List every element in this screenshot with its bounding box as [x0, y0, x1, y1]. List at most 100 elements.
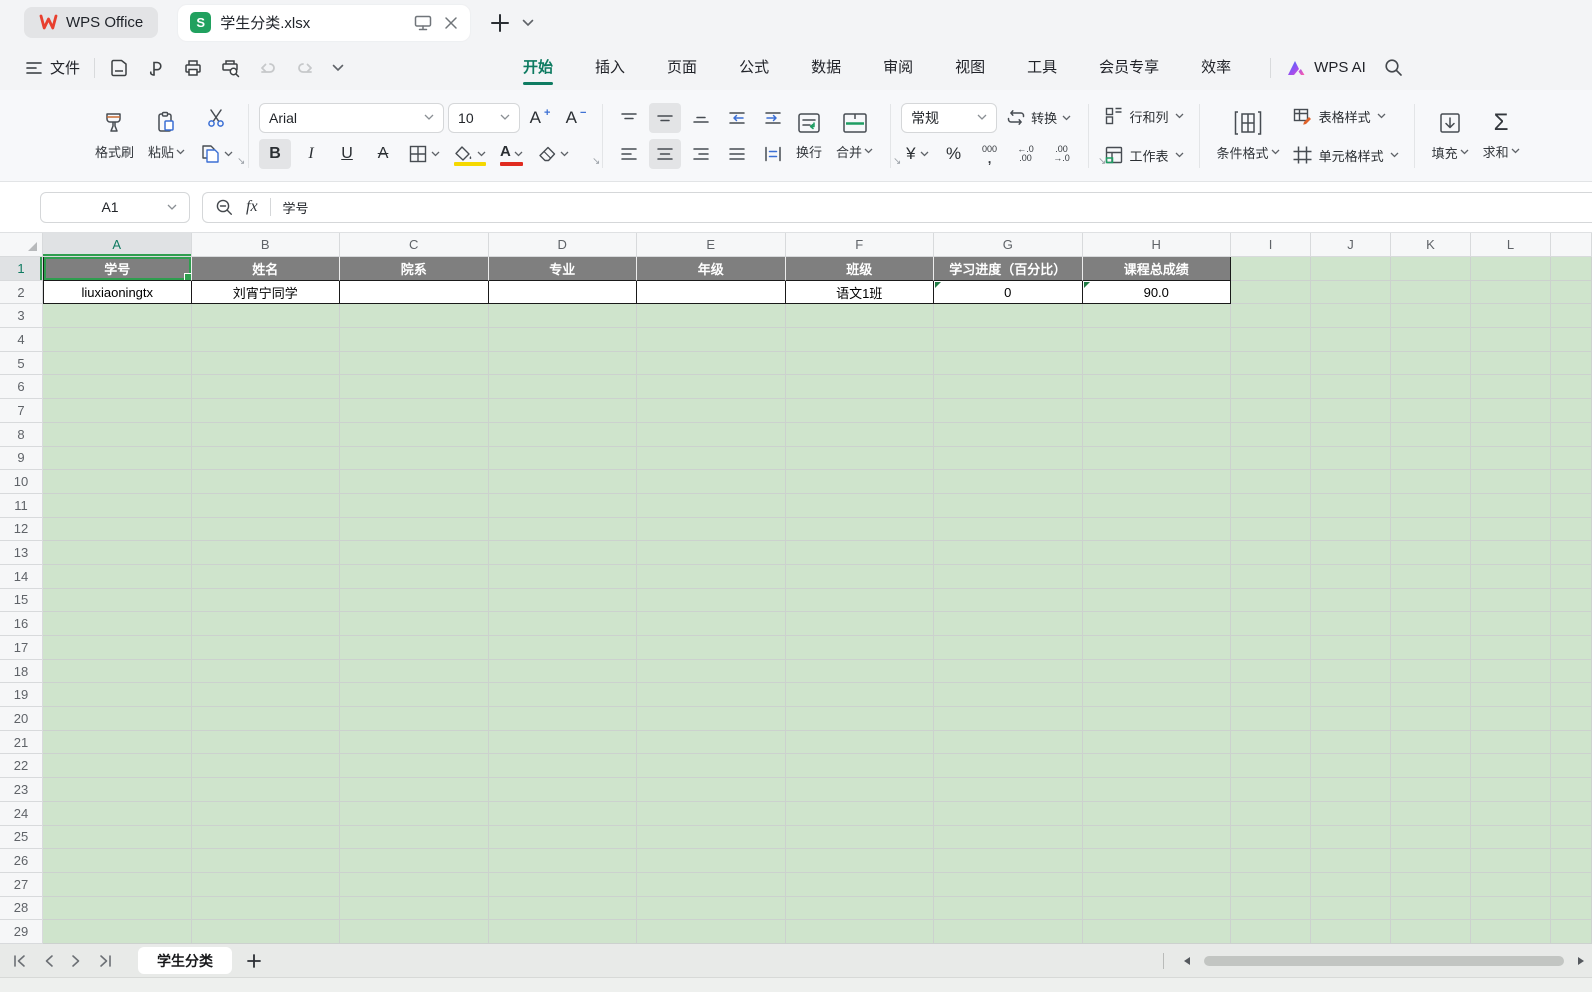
- cell-I22[interactable]: [1231, 754, 1311, 779]
- cell-K27[interactable]: [1391, 872, 1471, 897]
- cell-A7[interactable]: [43, 399, 192, 423]
- cell-D21[interactable]: [488, 730, 637, 755]
- cell-C14[interactable]: [340, 564, 489, 589]
- cell-I13[interactable]: [1231, 541, 1311, 565]
- cell-J12[interactable]: [1311, 517, 1391, 542]
- cell-H22[interactable]: [1082, 754, 1231, 779]
- cell-L21[interactable]: [1471, 730, 1551, 755]
- cell-K23[interactable]: [1391, 778, 1471, 802]
- cell-G28[interactable]: [934, 896, 1083, 921]
- cell-K22[interactable]: [1391, 754, 1471, 779]
- decrease-font-button[interactable]: A −: [560, 103, 592, 133]
- cell-J23[interactable]: [1311, 778, 1391, 802]
- row-header-29[interactable]: 29: [0, 920, 43, 944]
- cell-B16[interactable]: [191, 612, 340, 636]
- cell-F3[interactable]: [785, 304, 934, 329]
- cell-M24[interactable]: [1551, 801, 1592, 826]
- cell-A21[interactable]: [43, 730, 192, 755]
- cell-K5[interactable]: [1391, 351, 1471, 376]
- cell-I23[interactable]: [1231, 778, 1311, 802]
- cell-L20[interactable]: [1471, 707, 1551, 731]
- cell-M28[interactable]: [1551, 896, 1592, 921]
- font-color-button[interactable]: A: [495, 139, 528, 169]
- cell-K20[interactable]: [1391, 707, 1471, 731]
- cell-E23[interactable]: [637, 778, 786, 802]
- first-sheet-icon[interactable]: [12, 954, 28, 968]
- row-header-13[interactable]: 13: [0, 541, 43, 565]
- save-icon[interactable]: [109, 58, 129, 78]
- cell-L14[interactable]: [1471, 564, 1551, 589]
- worksheet-button[interactable]: 工作表: [1099, 140, 1189, 170]
- column-header-C[interactable]: C: [340, 233, 489, 257]
- paste-button[interactable]: 粘贴: [141, 106, 192, 165]
- cell-B20[interactable]: [191, 707, 340, 731]
- cell-J2[interactable]: [1311, 280, 1391, 305]
- cell-K10[interactable]: [1391, 470, 1471, 494]
- cell-D13[interactable]: [488, 541, 637, 565]
- cell-B18[interactable]: [191, 659, 340, 684]
- cell-K21[interactable]: [1391, 730, 1471, 755]
- cell-K4[interactable]: [1391, 328, 1471, 352]
- bold-button[interactable]: B: [259, 138, 292, 169]
- cell-D19[interactable]: [488, 683, 637, 708]
- cell-B15[interactable]: [191, 588, 340, 613]
- cell-E26[interactable]: [637, 849, 786, 873]
- cell-M21[interactable]: [1551, 730, 1592, 755]
- cell-I10[interactable]: [1231, 470, 1311, 494]
- row-header-3[interactable]: 3: [0, 304, 43, 329]
- cell-I19[interactable]: [1231, 683, 1311, 708]
- share-to-device-icon[interactable]: [414, 15, 432, 31]
- zoom-search-icon[interactable]: [215, 198, 234, 217]
- cell-J5[interactable]: [1311, 351, 1391, 376]
- wps-home-button[interactable]: WPS Office: [24, 7, 159, 38]
- align-middle-button[interactable]: [649, 102, 682, 133]
- cell-L5[interactable]: [1471, 351, 1551, 376]
- row-header-20[interactable]: 20: [0, 707, 43, 731]
- cell-A26[interactable]: [43, 849, 192, 873]
- cell-L7[interactable]: [1471, 399, 1551, 423]
- cell-J28[interactable]: [1311, 896, 1391, 921]
- row-header-15[interactable]: 15: [0, 588, 43, 613]
- cell-E13[interactable]: [637, 541, 786, 565]
- cell-H27[interactable]: [1082, 872, 1231, 897]
- cell-H23[interactable]: [1082, 778, 1231, 802]
- column-header-G[interactable]: G: [934, 233, 1083, 257]
- cell-H25[interactable]: [1082, 825, 1231, 850]
- currency-format-button[interactable]: ¥: [901, 139, 933, 169]
- cell-F23[interactable]: [785, 778, 934, 802]
- cell-L2[interactable]: [1471, 280, 1551, 305]
- cell-D17[interactable]: [488, 636, 637, 660]
- cell-G14[interactable]: [934, 564, 1083, 589]
- cell-F21[interactable]: [785, 730, 934, 755]
- row-header-5[interactable]: 5: [0, 351, 43, 376]
- increase-decimal-button[interactable]: ←.0.00: [1010, 139, 1042, 169]
- tab-list-chevron-icon[interactable]: [522, 19, 534, 27]
- cell-I29[interactable]: [1231, 920, 1311, 944]
- cell-B14[interactable]: [191, 564, 340, 589]
- rows-and-columns-button[interactable]: 行和列: [1099, 101, 1189, 131]
- cell-M5[interactable]: [1551, 351, 1592, 376]
- cell-M26[interactable]: [1551, 849, 1592, 873]
- cell-D22[interactable]: [488, 754, 637, 779]
- cell-L8[interactable]: [1471, 422, 1551, 447]
- cell-G23[interactable]: [934, 778, 1083, 802]
- cell-D14[interactable]: [488, 564, 637, 589]
- menu-tab-9[interactable]: 会员专享: [1078, 45, 1180, 90]
- cell-J17[interactable]: [1311, 636, 1391, 660]
- cell-G6[interactable]: [934, 375, 1083, 400]
- cell-B24[interactable]: [191, 801, 340, 826]
- font-size-select[interactable]: 10: [448, 102, 521, 133]
- cell-E21[interactable]: [637, 730, 786, 755]
- cell-E3[interactable]: [637, 304, 786, 329]
- cell-E8[interactable]: [637, 422, 786, 447]
- cell-C16[interactable]: [340, 612, 489, 636]
- cell-F26[interactable]: [785, 849, 934, 873]
- select-all-corner[interactable]: [0, 233, 43, 257]
- cell-G21[interactable]: [934, 730, 1083, 755]
- underline-button[interactable]: U: [331, 139, 363, 169]
- cell-H19[interactable]: [1082, 683, 1231, 708]
- cell-M13[interactable]: [1551, 541, 1592, 565]
- cell-I9[interactable]: [1231, 446, 1311, 471]
- merge-cells-button[interactable]: 合并: [829, 107, 880, 165]
- cell-I14[interactable]: [1231, 564, 1311, 589]
